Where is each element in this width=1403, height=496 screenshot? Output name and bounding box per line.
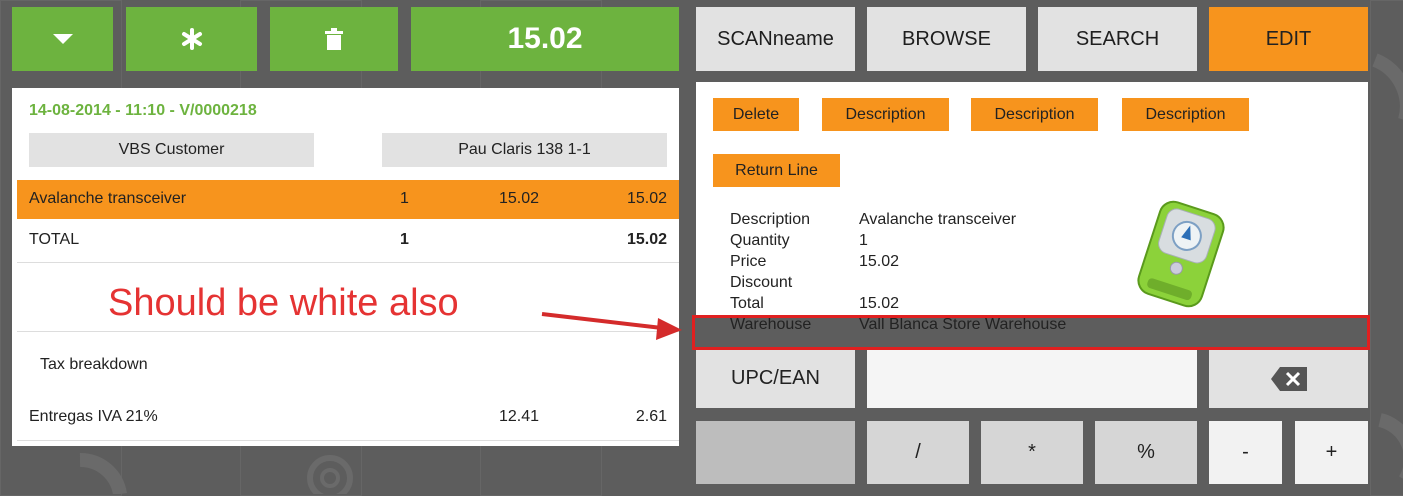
description-value: Avalanche transceiver [859, 211, 1017, 228]
trash-icon [325, 28, 343, 50]
percent-key[interactable]: % [1095, 421, 1197, 484]
total-amount: 15.02 [626, 231, 667, 248]
customer-button[interactable]: VBS Customer [29, 133, 314, 167]
total-label: TOTAL [29, 231, 80, 248]
tab-scan[interactable]: SCANneame [696, 7, 855, 71]
blank-key[interactable] [696, 421, 855, 484]
description-button-1[interactable]: Description [822, 98, 949, 131]
warehouse-label: Warehouse [730, 316, 812, 333]
description-button-2[interactable]: Description [971, 98, 1098, 131]
multiply-key[interactable]: * [981, 421, 1083, 484]
description-label: Description [730, 211, 811, 228]
warehouse-row: Warehouse Vall Blanca Store Warehouse [696, 316, 1368, 348]
price-label: Price [730, 253, 767, 270]
ticket-line-row[interactable]: Avalanche transceiver 1 15.02 15.02 [17, 180, 679, 219]
asterisk-icon [181, 28, 202, 50]
tab-search[interactable]: SEARCH [1038, 7, 1197, 71]
minus-key[interactable]: - [1209, 421, 1282, 484]
delete-line-button[interactable]: Delete [713, 98, 799, 131]
upc-input[interactable] [867, 349, 1197, 408]
line-price: 15.02 [498, 190, 539, 207]
menu-dropdown-button[interactable] [12, 7, 113, 71]
total-value: 15.02 [859, 295, 900, 312]
tax-breakdown-title: Tax breakdown [40, 356, 148, 373]
total-amount-button[interactable]: 15.02 [411, 7, 679, 71]
divider [17, 331, 679, 332]
total-label: Total [730, 295, 764, 312]
description-button-3[interactable]: Description [1122, 98, 1249, 131]
divide-key[interactable]: / [867, 421, 969, 484]
backspace-icon [1270, 366, 1307, 391]
warehouse-value: Vall Blanca Store Warehouse [859, 316, 1067, 333]
tax-title-row: Tax breakdown [17, 346, 679, 385]
tax-base: 12.41 [498, 408, 539, 425]
quantity-value: 1 [859, 232, 868, 249]
chevron-down-icon [52, 34, 73, 44]
address-button[interactable]: Pau Claris 138 1-1 [382, 133, 667, 167]
divider [17, 440, 679, 441]
ticket-panel: 14-08-2014 - 11:10 - V/0000218 VBS Custo… [12, 88, 679, 446]
quantity-label: Quantity [730, 232, 790, 249]
delete-ticket-button[interactable] [270, 7, 398, 71]
line-total: 15.02 [626, 190, 667, 207]
annotation-text: Should be white also [108, 282, 459, 324]
discount-label: Discount [730, 274, 793, 291]
upc-ean-button[interactable]: UPC/EAN [696, 349, 855, 408]
avalanche-transceiver-image [1137, 200, 1225, 308]
line-name: Avalanche transceiver [29, 190, 187, 207]
backspace-button[interactable] [1209, 349, 1368, 408]
tax-amount: 2.61 [635, 408, 667, 425]
plus-key[interactable]: + [1295, 421, 1368, 484]
tax-line-row: Entregas IVA 21% 12.41 2.61 [17, 398, 679, 437]
tax-name: Entregas IVA 21% [29, 408, 158, 425]
tab-browse[interactable]: BROWSE [867, 7, 1026, 71]
price-value: 15.02 [859, 253, 900, 270]
ticket-header: 14-08-2014 - 11:10 - V/0000218 [29, 102, 257, 119]
line-qty: 1 [400, 190, 409, 207]
total-qty: 1 [400, 231, 409, 248]
return-line-button[interactable]: Return Line [713, 154, 840, 187]
tab-edit[interactable]: EDIT [1209, 7, 1368, 71]
divider [17, 262, 679, 263]
new-ticket-button[interactable] [126, 7, 257, 71]
total-row: TOTAL 1 15.02 [17, 221, 679, 260]
edit-panel: Delete Description Description Descripti… [696, 82, 1368, 348]
